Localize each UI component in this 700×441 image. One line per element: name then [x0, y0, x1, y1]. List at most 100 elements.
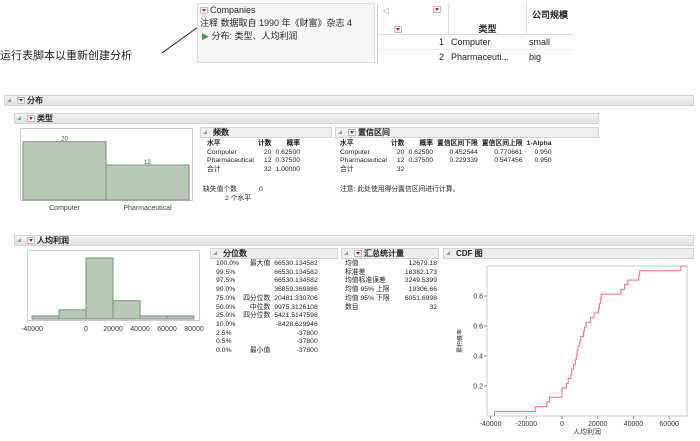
- x-tick-label: 20000: [588, 421, 608, 428]
- table-name[interactable]: Companies: [198, 4, 374, 16]
- bar-value-label: 12: [144, 160, 151, 166]
- freq-row-cell: Pharmaceutical: [207, 157, 254, 165]
- quantile-row: 90.0% 36859.369886: [214, 286, 320, 295]
- menu-triangle-icon[interactable]: [27, 236, 35, 244]
- quantile-row-cell: 0.0%: [216, 347, 232, 355]
- menu-triangle-icon[interactable]: [200, 7, 208, 15]
- type-bar-chart: 20 Computer 12 Pharmaceutical: [20, 128, 193, 212]
- menu-triangle-icon[interactable]: [17, 96, 25, 104]
- quantile-row-cell: 75.0%: [216, 294, 236, 302]
- quantile-row-cell: [241, 330, 272, 339]
- quantile-row: 100.0% 最大值 66530.134582: [214, 260, 320, 269]
- cell-type[interactable]: Computer: [451, 35, 491, 50]
- menu-triangle-icon[interactable]: [27, 114, 35, 122]
- ci-note: 注意: 此处使用得分置信区间进行计算。: [340, 186, 460, 193]
- quantile-row: 25.0% 四分位数 5421.5147598: [214, 312, 320, 321]
- quantile-row: 75.0% 四分位数 20481.330706: [214, 295, 320, 304]
- summary-header[interactable]: 汇总统计量: [341, 248, 439, 259]
- quantile-row: 50.0% 中位数 9975.3126108: [214, 304, 320, 313]
- quantile-row-cell: 5421.5147598: [274, 312, 318, 320]
- disclosure-icon[interactable]: [7, 98, 11, 102]
- summary-row: 均值 95% 上限 19306.66: [343, 286, 439, 295]
- freq-row-cell: 概率: [286, 140, 301, 147]
- table-row[interactable]: 1 Computer small: [378, 35, 573, 50]
- x-tick-label: 80000: [184, 326, 204, 333]
- type-header[interactable]: 类型: [14, 113, 599, 124]
- column-header-size[interactable]: 公司规模: [526, 3, 573, 34]
- quantile-row-cell: [241, 338, 272, 347]
- ci-row-cell: 0.770661: [494, 148, 523, 156]
- category-label: Pharmaceutical: [123, 205, 172, 212]
- summary-row-cell: 均值 95% 下限: [345, 294, 390, 302]
- summary-row-cell: 数目: [345, 303, 359, 311]
- ci-row-cell: Computer: [340, 148, 370, 156]
- disclosure-icon[interactable]: [213, 251, 217, 255]
- quantile-row-cell: 四分位数: [243, 312, 271, 320]
- profit-header[interactable]: 人均利润: [14, 235, 694, 246]
- quantile-row-cell: 0.5%: [216, 338, 232, 346]
- menu-triangle-icon[interactable]: [354, 249, 362, 257]
- table-script[interactable]: ▶ 分布: 类型、人均利润: [198, 29, 374, 42]
- freq-row-cell: 12: [263, 157, 272, 165]
- quantile-row-cell: [241, 321, 272, 330]
- ci-row-cell: 0.950: [534, 157, 552, 165]
- quantile-row-cell: 66530.134582: [274, 268, 318, 276]
- freq-row-cell: 水平: [207, 140, 221, 147]
- quantile-row-cell: 20481.330706: [274, 294, 318, 302]
- quantiles-header[interactable]: 分位数: [210, 248, 338, 259]
- row-number: 1: [438, 37, 444, 47]
- annotation-arrow: [161, 26, 199, 54]
- cell-type[interactable]: Pharmaceuti...: [451, 50, 509, 65]
- menu-triangle-icon[interactable]: [348, 128, 356, 136]
- cell-size[interactable]: small: [529, 35, 550, 50]
- freq-row-cell: 0.62500: [275, 148, 301, 156]
- quantile-row-cell: -37800: [296, 347, 318, 355]
- run-script-icon[interactable]: ▶: [202, 31, 209, 41]
- quantiles-table: 100.0% 最大值 66530.134582 99.5% 66530.134582 97…: [214, 260, 320, 356]
- cell-size[interactable]: big: [529, 50, 541, 65]
- summary-row-cell: 均值 95% 上限: [345, 286, 390, 294]
- ci-row-cell: 12: [396, 157, 405, 165]
- ci-header[interactable]: 置信区间: [335, 127, 599, 138]
- table-row[interactable]: 2 Pharmaceuti... big: [378, 50, 573, 65]
- histogram-bar: [112, 300, 141, 320]
- quantile-row-cell: [241, 286, 272, 295]
- table-note[interactable]: 注释 数据取自 1990 年《财富》杂志 4: [198, 16, 374, 29]
- x-tick-label: 40000: [624, 421, 644, 428]
- disclosure-icon[interactable]: [17, 238, 21, 242]
- summary-row-cell: 18382.173: [404, 268, 437, 276]
- bar-value-label: 20: [61, 137, 68, 143]
- ci-row: Computer 20 0.62500 0.452544 0.770661 0.950: [338, 149, 554, 158]
- disclosure-icon[interactable]: [446, 251, 450, 255]
- distribution-header[interactable]: 分布: [4, 95, 694, 106]
- disclosure-icon[interactable]: [17, 116, 21, 120]
- ci-row-cell: 水平: [340, 140, 354, 147]
- table-rows: 1 Computer small 2 Pharmaceuti... big: [378, 34, 573, 65]
- quantile-row-cell: 中位数: [249, 303, 271, 311]
- x-tick-label: -40000: [480, 421, 502, 428]
- columns-menu-icon[interactable]: [433, 6, 441, 13]
- column-header-type[interactable]: 类型: [448, 3, 526, 34]
- collapse-left-icon[interactable]: ◁: [383, 6, 389, 15]
- freq-row: 合计 32 1.00000: [205, 166, 302, 175]
- x-tick-label: 20000: [103, 326, 123, 333]
- rows-menu-icon[interactable]: [393, 26, 402, 33]
- ci-row-cell: 合计: [340, 166, 354, 174]
- table-panel: Companies 注释 数据取自 1990 年《财富》杂志 4 ▶ 分布: 类…: [197, 3, 375, 63]
- ci-row-cell: [525, 166, 554, 175]
- cdf-header[interactable]: CDF 图: [443, 248, 694, 259]
- disclosure-icon[interactable]: [344, 251, 348, 255]
- y-tick-label: 0.6: [473, 324, 483, 331]
- summary-row-cell: 12679.18: [408, 260, 437, 267]
- quantile-row-cell: 97.5%: [216, 277, 236, 285]
- disclosure-icon[interactable]: [338, 130, 342, 134]
- ci-row-cell: [435, 166, 480, 175]
- disclosure-icon[interactable]: [203, 130, 207, 134]
- freq-header[interactable]: 频数: [200, 127, 332, 138]
- ci-row-cell: 0.37500: [408, 157, 434, 165]
- x-tick-label: 0: [84, 326, 88, 333]
- quantile-row-cell: 2.5%: [216, 329, 232, 337]
- quantile-row-cell: 最大值: [249, 260, 271, 267]
- histogram-bar: [58, 309, 87, 320]
- summary-row-cell: 均值标准误差: [345, 277, 386, 285]
